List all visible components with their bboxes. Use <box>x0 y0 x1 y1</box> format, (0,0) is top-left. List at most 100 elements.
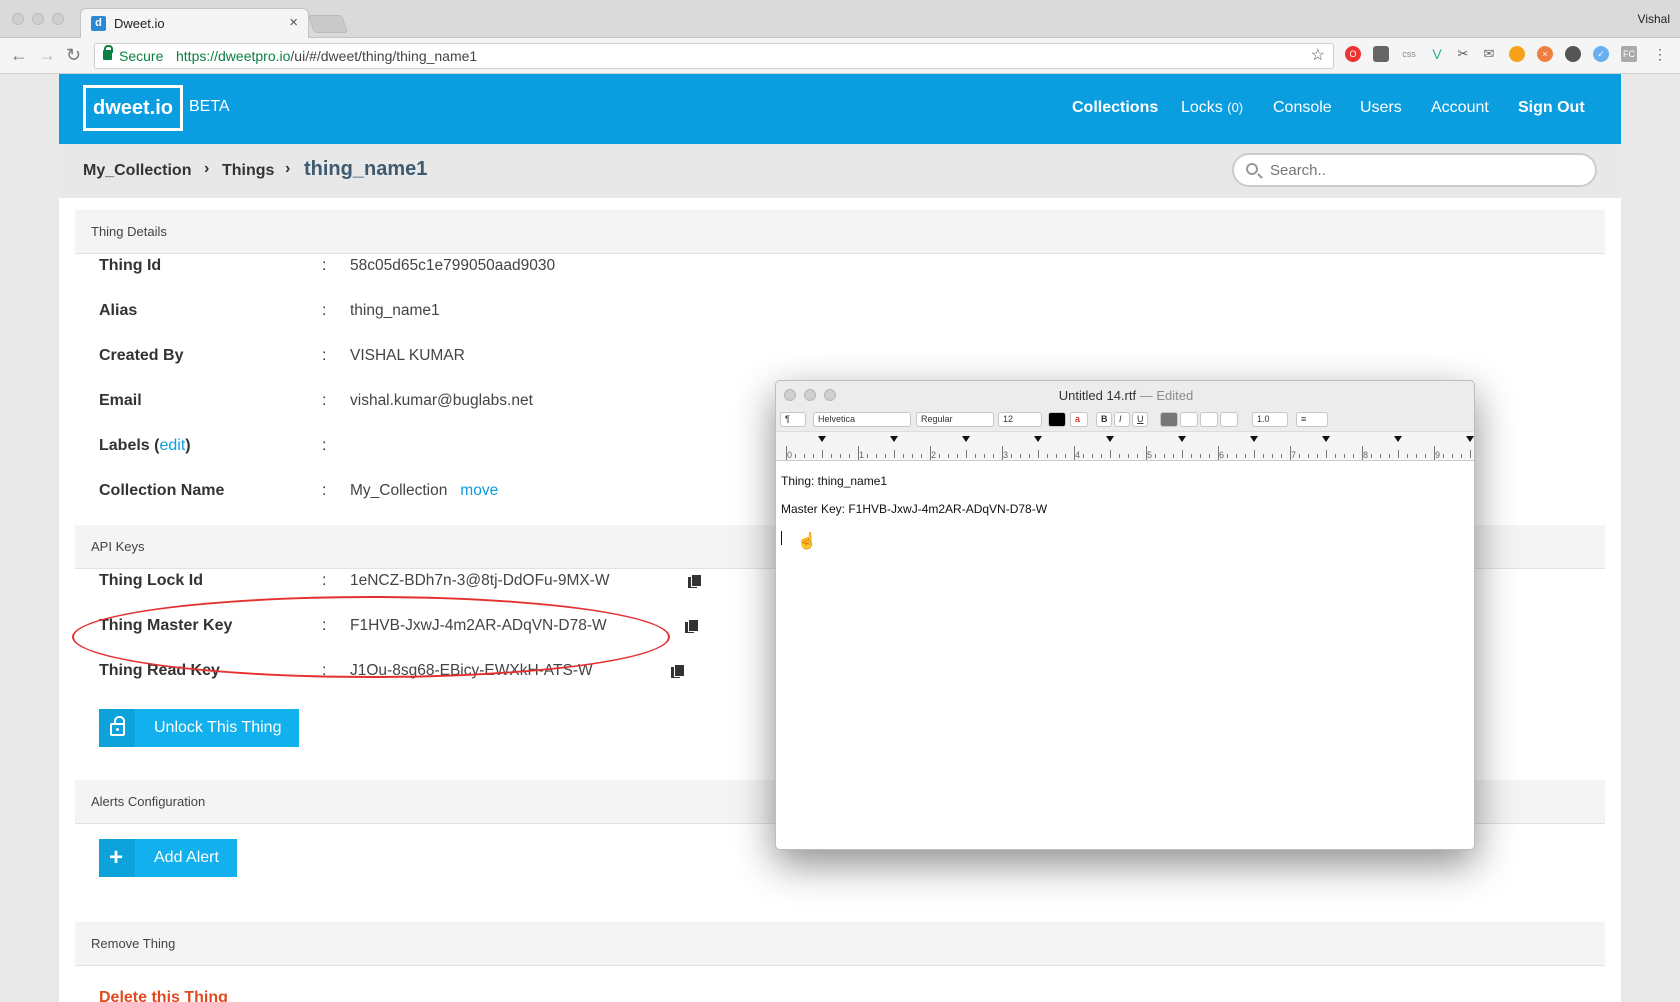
hand-cursor-icon: ☝ <box>797 533 817 550</box>
tab-stop-marker[interactable] <box>1322 436 1330 442</box>
align-right-icon[interactable] <box>1200 412 1218 427</box>
ruler[interactable]: 0 1 2 3 4 5 6 7 8 9 <box>776 431 1474 461</box>
ruler-tick <box>1425 454 1426 458</box>
badge-icon[interactable] <box>1565 46 1581 62</box>
copy-icon[interactable] <box>685 619 699 634</box>
nav-account[interactable]: Account <box>1431 99 1489 117</box>
nav-sign-out[interactable]: Sign Out <box>1518 99 1585 117</box>
colon: : <box>322 392 327 409</box>
move-link[interactable]: move <box>460 482 498 499</box>
opera-icon[interactable]: O <box>1345 46 1361 62</box>
ruler-tick <box>948 454 949 458</box>
copy-icon[interactable] <box>671 664 685 679</box>
tab-stop-marker[interactable] <box>1394 436 1402 442</box>
zoom-window-button[interactable] <box>52 13 64 25</box>
add-alert-button[interactable]: + Add Alert <box>99 839 237 877</box>
ruler-tick <box>795 454 796 458</box>
tab-stop-marker[interactable] <box>1106 436 1114 442</box>
ruler-tick <box>822 450 823 458</box>
tab-stop-marker[interactable] <box>1250 436 1258 442</box>
ruler-tick <box>1263 454 1264 458</box>
ruler-tick <box>1299 454 1300 458</box>
alias-value: thing_name1 <box>350 302 440 319</box>
ruler-tick <box>813 454 814 458</box>
ruler-tick <box>975 454 976 458</box>
ruler-tick <box>867 454 868 458</box>
breadcrumb: My_Collection › Things › thing_name1 <box>59 144 1621 198</box>
tab-stop-marker[interactable] <box>890 436 898 442</box>
underline-icon[interactable]: U <box>1132 412 1148 427</box>
dweet-logo[interactable]: dweet.io <box>83 85 183 131</box>
ruler-tick <box>1155 454 1156 458</box>
ruler-number: 9 <box>1435 450 1441 460</box>
address-bar: ← → ↻ Secure https://dweetpro.io/ui/#/dw… <box>0 38 1680 74</box>
nav-collections[interactable]: Collections <box>1072 99 1158 117</box>
mail-icon[interactable]: ✉ <box>1481 46 1497 62</box>
ruler-tick <box>966 450 967 458</box>
colon: : <box>322 572 327 589</box>
created-by-value: VISHAL KUMAR <box>350 347 465 364</box>
url-field[interactable]: Secure https://dweetpro.io/ui/#/dweet/th… <box>94 43 1334 69</box>
copy-icon[interactable] <box>688 574 702 589</box>
nav-locks[interactable]: Locks (0) <box>1181 99 1243 117</box>
line-spacing-select[interactable]: 1.0 <box>1252 412 1288 427</box>
document-name: Untitled 14.rtf <box>1058 388 1137 403</box>
browser-tab[interactable]: d Dweet.io × <box>80 8 309 39</box>
vue-icon[interactable]: V <box>1429 46 1445 62</box>
delete-thing-link[interactable]: Delete this Thing <box>99 989 228 1002</box>
tab-stop-marker[interactable] <box>1034 436 1042 442</box>
url-host: https://dweetpro.io <box>176 48 291 64</box>
color-icon[interactable] <box>1509 46 1525 62</box>
search-box[interactable] <box>1232 153 1597 187</box>
ruler-tick <box>1011 454 1012 458</box>
tab-stop-marker[interactable] <box>818 436 826 442</box>
close-window-button[interactable] <box>12 13 24 25</box>
alias-label: Alias <box>99 302 138 319</box>
check-icon[interactable]: ✓ <box>1593 46 1609 62</box>
forward-arrow-icon[interactable]: → <box>38 45 56 66</box>
new-tab-button[interactable] <box>307 15 349 33</box>
pocket-icon[interactable] <box>1373 46 1389 62</box>
colon: : <box>322 437 327 454</box>
tab-stop-marker[interactable] <box>962 436 970 442</box>
search-input[interactable] <box>1268 159 1578 181</box>
text-caret <box>781 531 782 545</box>
breadcrumb-collection[interactable]: My_Collection <box>83 162 191 180</box>
list-bullets-icon[interactable]: ≡ <box>1296 412 1328 427</box>
align-left-icon[interactable] <box>1160 412 1178 427</box>
justify-icon[interactable] <box>1220 412 1238 427</box>
ruler-tick <box>804 454 805 458</box>
unlock-thing-button[interactable]: Unlock This Thing <box>99 709 299 747</box>
highlight-color-icon[interactable]: a <box>1070 412 1088 427</box>
nav-users[interactable]: Users <box>1360 99 1402 117</box>
breadcrumb-things[interactable]: Things <box>222 162 274 180</box>
menu-icon[interactable]: ⋮ <box>1652 46 1668 62</box>
thing-id-value: 58c05d65c1e799050aad9030 <box>350 257 556 274</box>
chevron-right-icon: › <box>285 160 291 177</box>
bold-icon[interactable]: B <box>1096 412 1112 427</box>
nav-console[interactable]: Console <box>1273 99 1332 117</box>
ruler-tick <box>1272 454 1273 458</box>
back-arrow-icon[interactable]: ← <box>10 45 28 66</box>
css-icon[interactable]: css <box>1401 46 1417 62</box>
font-size-select[interactable]: 12 <box>998 412 1042 427</box>
paragraph-styles-icon[interactable]: ¶ <box>780 412 806 427</box>
font-family-select[interactable]: Helvetica <box>813 412 911 427</box>
font-style-select[interactable]: Regular <box>916 412 994 427</box>
reload-icon[interactable]: ↻ <box>66 45 81 66</box>
scissors-icon[interactable]: ✂ <box>1455 46 1471 62</box>
close-circle-icon[interactable]: × <box>1537 46 1553 62</box>
ruler-tick <box>1137 454 1138 458</box>
tab-stop-marker[interactable] <box>1178 436 1186 442</box>
fc-icon[interactable]: FC <box>1621 46 1637 62</box>
profile-name[interactable]: Vishal <box>1638 12 1670 26</box>
minimize-window-button[interactable] <box>32 13 44 25</box>
labels-edit-link[interactable]: edit <box>159 437 185 454</box>
tab-close-icon[interactable]: × <box>289 14 298 31</box>
align-center-icon[interactable] <box>1180 412 1198 427</box>
italic-icon[interactable]: I <box>1114 412 1130 427</box>
ruler-tick <box>1407 454 1408 458</box>
tab-stop-marker[interactable] <box>1466 436 1474 442</box>
text-color-swatch[interactable] <box>1048 412 1066 427</box>
bookmark-star-icon[interactable]: ☆ <box>1311 44 1325 68</box>
